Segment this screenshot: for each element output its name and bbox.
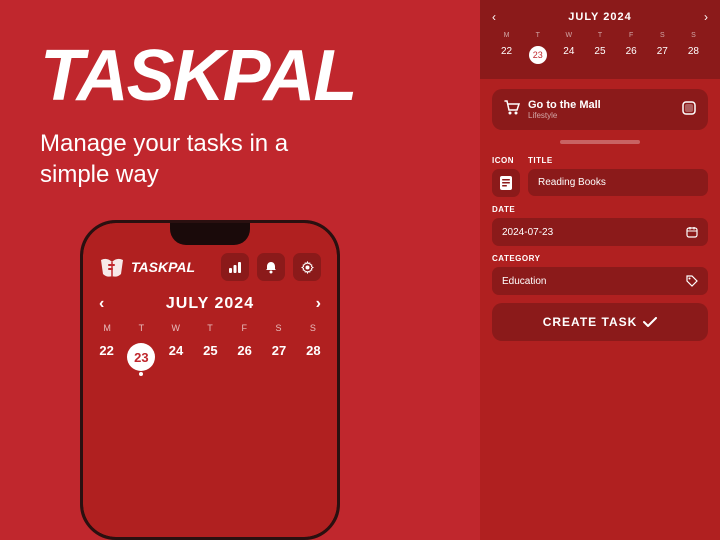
date-24[interactable]: 24 bbox=[160, 337, 191, 382]
chart-icon-btn[interactable] bbox=[221, 253, 249, 281]
day-label-f: F bbox=[228, 321, 260, 335]
task-subtitle: Lifestyle bbox=[528, 111, 674, 120]
title-value: Reading Books bbox=[538, 177, 606, 188]
category-value: Education bbox=[502, 276, 546, 287]
title-group: TITLE Reading Books bbox=[528, 156, 708, 196]
date-27[interactable]: 27 bbox=[263, 337, 294, 382]
date-group: DATE 2024-07-23 bbox=[492, 205, 708, 246]
create-task-button[interactable]: CREATE TASK bbox=[492, 303, 708, 341]
right-cal-days: M T W T F S S bbox=[492, 32, 708, 39]
task-info: Go to the Mall Lifestyle bbox=[528, 99, 674, 120]
prev-month-arrow[interactable]: ‹ bbox=[99, 295, 104, 313]
date-26[interactable]: 26 bbox=[229, 337, 260, 382]
r-day-t1: T bbox=[523, 32, 552, 39]
r-date-24[interactable]: 24 bbox=[554, 43, 583, 67]
phone-notch-left bbox=[170, 223, 250, 245]
day-label-m: M bbox=[91, 321, 123, 335]
phone-right: ‹ JULY 2024 › M T W T F S S 22 23 bbox=[480, 0, 720, 540]
phone-logo: TASKPAL bbox=[99, 256, 195, 278]
icon-title-row: ICON TITLE Read bbox=[492, 156, 708, 197]
day-label-t1: T bbox=[125, 321, 157, 335]
right-cal-dates: 22 23 24 25 26 27 28 bbox=[492, 43, 708, 67]
bell-icon bbox=[265, 261, 277, 274]
category-label: CATEGORY bbox=[492, 254, 708, 263]
date-22[interactable]: 22 bbox=[91, 337, 122, 382]
form-section: ICON TITLE Read bbox=[480, 156, 720, 295]
app-title: TASKPAL bbox=[40, 40, 420, 112]
r-date-27[interactable]: 27 bbox=[648, 43, 677, 67]
chart-icon bbox=[228, 261, 242, 273]
phone-right-screen: ‹ JULY 2024 › M T W T F S S 22 23 bbox=[480, 0, 720, 540]
day-label-t2: T bbox=[194, 321, 226, 335]
calendar-icon bbox=[686, 226, 698, 238]
r-date-22[interactable]: 22 bbox=[492, 43, 521, 67]
create-task-label: CREATE TASK bbox=[543, 315, 638, 329]
date-dot-23 bbox=[139, 372, 143, 376]
category-group: CATEGORY Education bbox=[492, 254, 708, 295]
phone-icons bbox=[221, 253, 321, 281]
icon-group: ICON bbox=[492, 156, 520, 197]
right-prev-arrow[interactable]: ‹ bbox=[492, 10, 496, 24]
logo-text: TASKPAL bbox=[131, 259, 195, 275]
next-month-arrow[interactable]: › bbox=[316, 295, 321, 313]
app-subtitle: Manage your tasks in a simple way bbox=[40, 128, 360, 190]
icon-input[interactable] bbox=[492, 169, 520, 197]
title-input[interactable]: Reading Books bbox=[528, 169, 708, 196]
r-day-s2: S bbox=[679, 32, 708, 39]
r-date-26[interactable]: 26 bbox=[617, 43, 646, 67]
task-cart-icon bbox=[504, 100, 520, 119]
phone-left-body: TASKPAL bbox=[80, 220, 340, 540]
day-label-s1: S bbox=[262, 321, 294, 335]
category-input[interactable]: Education bbox=[492, 267, 708, 295]
day-label-s2: S bbox=[297, 321, 329, 335]
check-icon bbox=[643, 317, 657, 327]
date-25[interactable]: 25 bbox=[195, 337, 226, 382]
date-input[interactable]: 2024-07-23 bbox=[492, 218, 708, 246]
right-next-arrow[interactable]: › bbox=[704, 10, 708, 24]
title-label: TITLE bbox=[528, 156, 708, 165]
calendar-days-header: M T W T F S S bbox=[83, 321, 337, 335]
task-item[interactable]: Go to the Mall Lifestyle bbox=[492, 89, 708, 130]
icon-label: ICON bbox=[492, 156, 520, 165]
r-date-28[interactable]: 28 bbox=[679, 43, 708, 67]
calendar-header: ‹ JULY 2024 › bbox=[83, 291, 337, 321]
phone-left: TASKPAL bbox=[80, 220, 340, 540]
logo-icon bbox=[99, 256, 125, 278]
day-label-w: W bbox=[160, 321, 192, 335]
task-action-btn[interactable] bbox=[682, 101, 696, 118]
tag-icon bbox=[686, 275, 698, 287]
r-day-t2: T bbox=[585, 32, 614, 39]
right-cal-month: JULY 2024 bbox=[568, 11, 631, 23]
r-day-w: W bbox=[554, 32, 583, 39]
form-divider bbox=[560, 140, 640, 144]
r-date-23[interactable]: 23 bbox=[523, 43, 552, 67]
task-title-text: Go to the Mall bbox=[528, 99, 674, 111]
date-23-selected[interactable]: 23 bbox=[127, 343, 155, 371]
r-date-23-sel[interactable]: 23 bbox=[529, 46, 547, 64]
phone-right-body: ‹ JULY 2024 › M T W T F S S 22 23 bbox=[480, 0, 720, 540]
date-value: 2024-07-23 bbox=[502, 227, 553, 238]
gear-icon bbox=[301, 261, 314, 274]
r-date-25[interactable]: 25 bbox=[585, 43, 614, 67]
right-cal-header: ‹ JULY 2024 › bbox=[492, 10, 708, 24]
gear-icon-btn[interactable] bbox=[293, 253, 321, 281]
r-day-s1: S bbox=[648, 32, 677, 39]
r-day-f: F bbox=[617, 32, 646, 39]
r-day-m: M bbox=[492, 32, 521, 39]
phone-left-screen: TASKPAL bbox=[83, 223, 337, 537]
date-23[interactable]: 23 bbox=[125, 337, 157, 382]
date-28[interactable]: 28 bbox=[298, 337, 329, 382]
calendar-dates: 22 23 24 25 26 27 28 bbox=[83, 337, 337, 382]
bell-icon-btn[interactable] bbox=[257, 253, 285, 281]
calendar-month: JULY 2024 bbox=[166, 295, 254, 313]
date-label: DATE bbox=[492, 205, 708, 214]
right-top-calendar: ‹ JULY 2024 › M T W T F S S 22 23 bbox=[480, 0, 720, 79]
